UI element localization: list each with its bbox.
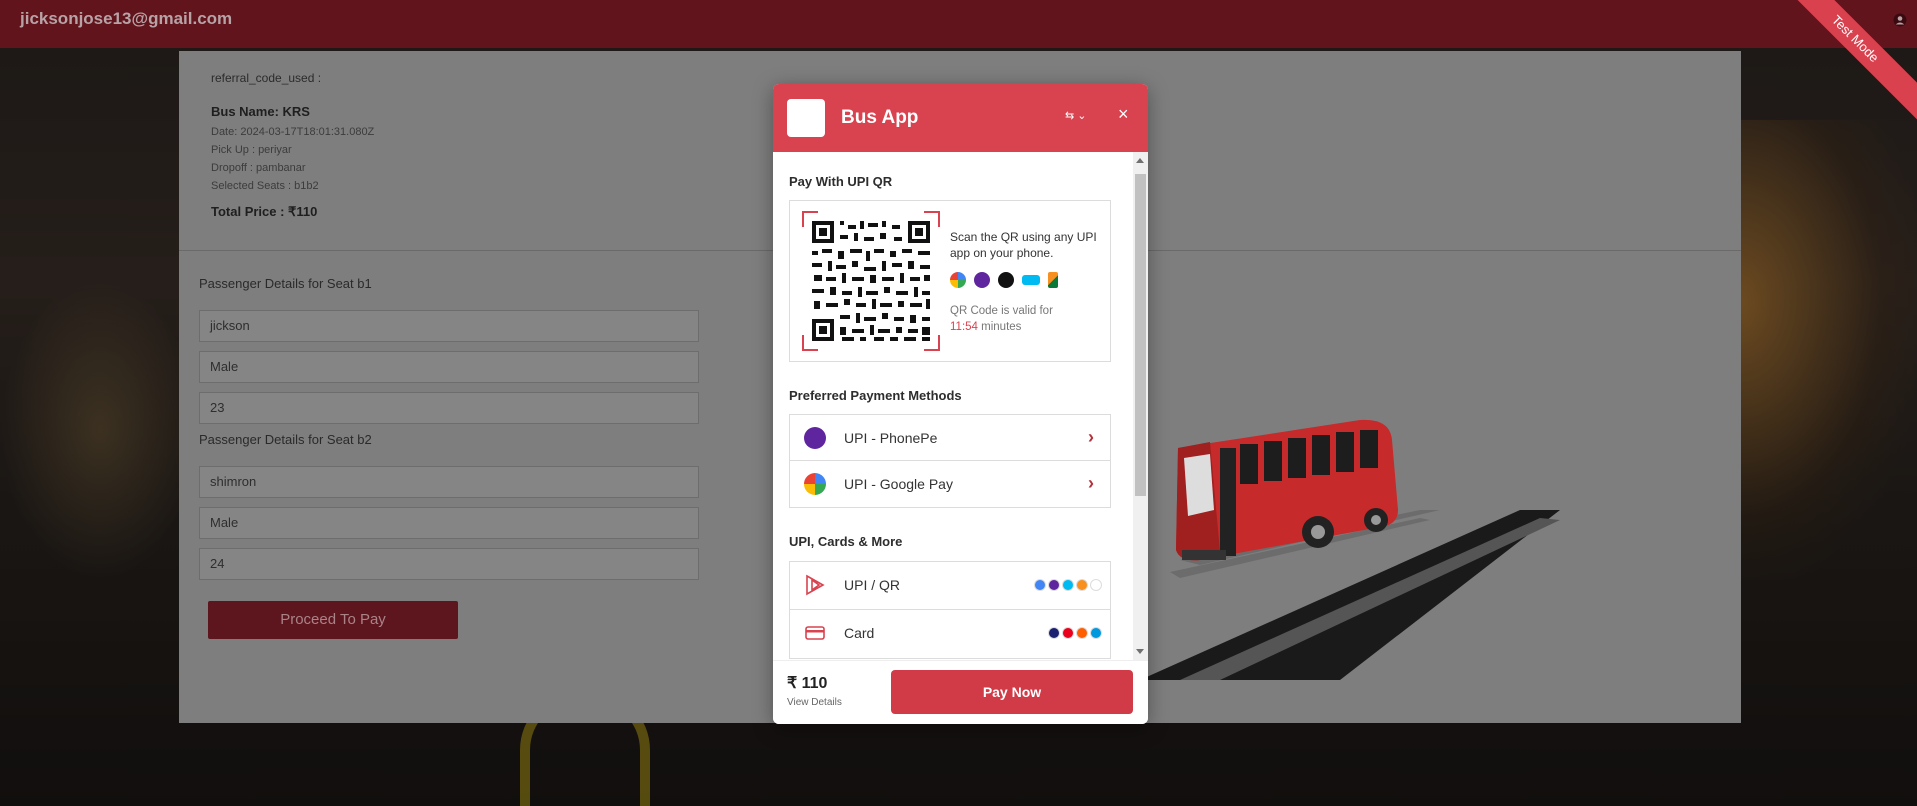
- referral-code: referral_code_used :: [211, 71, 322, 85]
- bus-illustration: [1140, 419, 1560, 680]
- passenger-gender-input[interactable]: Male: [199, 351, 699, 383]
- googlepay-icon: [804, 473, 826, 495]
- payable-amount: ₹ 110: [787, 675, 828, 692]
- bus-name: Bus Name: KRS: [211, 104, 310, 119]
- selected-seats: Selected Seats : b1b2: [211, 180, 319, 192]
- modal-scrollbar[interactable]: [1133, 152, 1148, 660]
- passenger-age-input[interactable]: 23: [199, 392, 699, 424]
- upi-icon: [806, 574, 825, 596]
- merchant-logo: [787, 99, 825, 137]
- more-methods-list: UPI / QR Card: [789, 561, 1111, 659]
- passenger-age-input[interactable]: 24: [199, 548, 699, 580]
- qr-section-title: Pay With UPI QR: [789, 174, 893, 189]
- modal-header: Bus App ⇆ ⌄ ×: [773, 84, 1148, 152]
- preferred-methods-list: UPI - PhonePe › UPI - Google Pay ›: [789, 414, 1111, 508]
- merchant-title: Bus App: [841, 107, 919, 128]
- top-bar: jicksonjose13@gmail.com: [0, 0, 1917, 48]
- language-selector-icon[interactable]: ⇆ ⌄: [1065, 109, 1095, 127]
- qr-validity: QR Code is valid for 11:54 minutes: [950, 305, 1053, 333]
- proceed-to-pay-button[interactable]: Proceed To Pay: [208, 601, 458, 639]
- payment-modal: Bus App ⇆ ⌄ × Pay With UPI QR Scan the Q…: [773, 84, 1148, 724]
- pickup-point: Pick Up : periyar: [211, 144, 292, 156]
- qr-card: Scan the QR using any UPI app on your ph…: [789, 200, 1111, 362]
- dropoff-point: Dropoff : pambanar: [211, 162, 306, 174]
- qr-timer: 11:54: [950, 321, 978, 333]
- close-icon[interactable]: ×: [1118, 104, 1129, 125]
- user-email: jicksonjose13@gmail.com: [20, 9, 233, 28]
- card-network-logos: [1048, 627, 1102, 639]
- qr-code[interactable]: [802, 211, 940, 351]
- googlepay-icon: [950, 272, 966, 288]
- upi-app-logos-small: [1034, 579, 1102, 591]
- user-icon[interactable]: [1893, 13, 1907, 27]
- chevron-right-icon: ›: [1088, 473, 1094, 493]
- method-googlepay[interactable]: UPI - Google Pay ›: [790, 461, 1110, 507]
- seat-b2-title: Passenger Details for Seat b2: [199, 432, 372, 447]
- passenger-name-input[interactable]: shimron: [199, 466, 699, 498]
- bhim-icon: [1048, 272, 1058, 288]
- chevron-right-icon: ›: [1088, 427, 1094, 447]
- paytm-icon: [1022, 275, 1040, 285]
- seat-b1-title: Passenger Details for Seat b1: [199, 276, 372, 291]
- method-upi-qr[interactable]: UPI / QR: [790, 562, 1110, 610]
- phonepe-icon: [804, 427, 826, 449]
- more-methods-title: UPI, Cards & More: [789, 534, 903, 549]
- modal-body: Pay With UPI QR Scan the QR using any UP…: [773, 152, 1148, 660]
- view-details-link[interactable]: View Details: [787, 697, 842, 708]
- passenger-name-input[interactable]: jickson: [199, 310, 699, 342]
- total-price: Total Price : ₹110: [211, 204, 318, 219]
- pay-now-button[interactable]: Pay Now: [891, 670, 1133, 714]
- upi-app-logos: [950, 271, 1058, 289]
- passenger-gender-input[interactable]: Male: [199, 507, 699, 539]
- method-card[interactable]: Card: [790, 610, 1110, 658]
- phonepe-icon: [974, 272, 990, 288]
- preferred-methods-title: Preferred Payment Methods: [789, 388, 962, 403]
- qr-scan-instructions: Scan the QR using any UPI app on your ph…: [950, 230, 1097, 260]
- cred-icon: [998, 272, 1014, 288]
- trip-date: Date: 2024-03-17T18:01:31.080Z: [211, 126, 375, 138]
- method-phonepe[interactable]: UPI - PhonePe ›: [790, 415, 1110, 461]
- card-icon: [805, 626, 825, 640]
- modal-footer: ₹ 110 View Details Pay Now: [773, 660, 1148, 724]
